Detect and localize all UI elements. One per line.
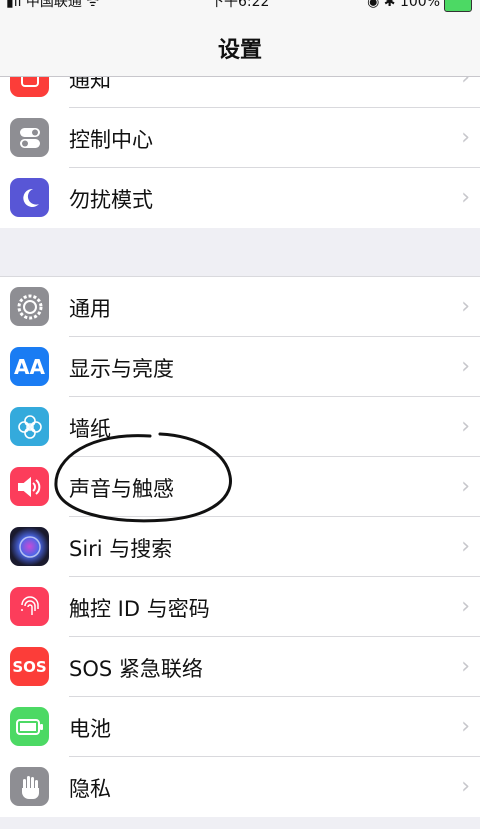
wallpaper-icon <box>10 407 49 446</box>
chevron-right-icon: › <box>461 654 470 679</box>
hand-icon <box>10 767 49 806</box>
chevron-right-icon: › <box>461 414 470 439</box>
chevron-right-icon: › <box>461 594 470 619</box>
settings-row-siri-search[interactable]: Siri 与搜索 › <box>0 517 480 577</box>
gear-icon <box>10 287 49 326</box>
speaker-icon <box>10 467 49 506</box>
chevron-right-icon: › <box>461 474 470 499</box>
settings-row-emergency-sos[interactable]: SOS SOS 紧急联络 › <box>0 637 480 697</box>
chevron-right-icon: › <box>461 714 470 739</box>
chevron-right-icon: › <box>461 185 470 210</box>
settings-row-battery[interactable]: 电池 › <box>0 697 480 757</box>
settings-row-label: 隐私 <box>69 777 111 801</box>
navigation-bar: 设置 <box>0 14 480 77</box>
chevron-right-icon: › <box>461 774 470 799</box>
settings-row-label: 触控 ID 与密码 <box>69 597 210 621</box>
chevron-right-icon: › <box>461 294 470 319</box>
clock: 下午6:22 <box>210 0 270 10</box>
status-icons: ◉ ✱ 100% <box>367 0 440 10</box>
settings-row-label: 电池 <box>69 717 111 741</box>
settings-row-general[interactable]: 通用 › <box>0 277 480 337</box>
chevron-right-icon: › <box>461 534 470 559</box>
settings-row-label: 通用 <box>69 297 111 321</box>
settings-row-touch-id-passcode[interactable]: 触控 ID 与密码 › <box>0 577 480 637</box>
status-bar: ▮ıl 中国联通 ᯤ 下午6:22 ◉ ✱ 100% <box>0 0 480 14</box>
battery-indicator-icon <box>444 0 472 12</box>
settings-row-label: SOS 紧急联络 <box>69 657 203 681</box>
carrier-label: ▮ıl 中国联通 ᯤ <box>6 0 100 10</box>
siri-icon <box>10 527 49 566</box>
settings-row-label: 勿扰模式 <box>69 188 153 212</box>
settings-row-label: 控制中心 <box>69 128 153 152</box>
settings-row-do-not-disturb[interactable]: 勿扰模式 › <box>0 168 480 228</box>
chevron-right-icon: › <box>461 354 470 379</box>
battery-icon <box>10 707 49 746</box>
display-brightness-icon: AA <box>10 347 49 386</box>
control-center-icon <box>10 118 49 157</box>
page-title: 设置 <box>217 38 262 63</box>
settings-row-label: 显示与亮度 <box>69 357 174 381</box>
settings-row-display-brightness[interactable]: AA 显示与亮度 › <box>0 337 480 397</box>
moon-icon <box>10 178 49 217</box>
settings-row-label: Siri 与搜索 <box>69 537 173 561</box>
hand-drawn-circle-annotation <box>54 432 232 523</box>
settings-row-control-center[interactable]: 控制中心 › <box>0 108 480 168</box>
settings-group-2: 通用 › AA 显示与亮度 › 墙纸 › 声音与触感 › Siri 与搜索 › … <box>0 276 480 817</box>
fingerprint-icon <box>10 587 49 626</box>
sos-icon: SOS <box>10 647 49 686</box>
settings-row-privacy[interactable]: 隐私 › <box>0 757 480 817</box>
chevron-right-icon: › <box>461 125 470 150</box>
